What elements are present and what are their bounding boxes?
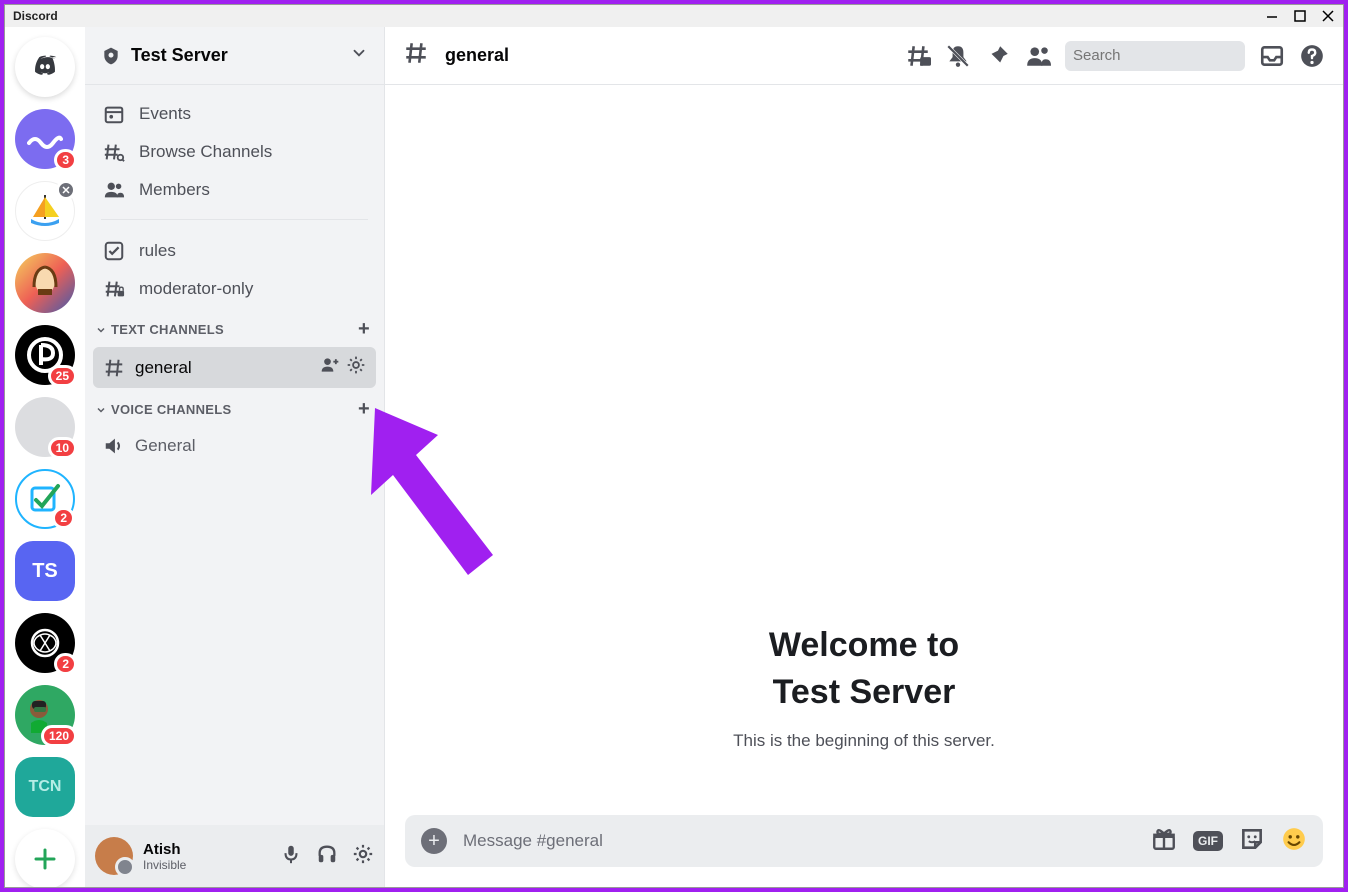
add-voice-channel-button[interactable]: + bbox=[358, 398, 370, 421]
channel-general-label: general bbox=[135, 358, 192, 378]
channel-title: general bbox=[445, 45, 509, 66]
discord-icon bbox=[28, 54, 62, 80]
rules-channel[interactable]: rules bbox=[93, 232, 376, 270]
gear-icon[interactable] bbox=[346, 355, 366, 380]
chat-messages: Welcome to Test Server This is the begin… bbox=[385, 85, 1343, 815]
browse-channels-link[interactable]: Browse Channels bbox=[93, 133, 376, 171]
calendar-icon bbox=[103, 103, 125, 125]
badge: 10 bbox=[48, 437, 77, 459]
mic-icon[interactable] bbox=[280, 843, 302, 870]
maximize-button[interactable] bbox=[1293, 9, 1307, 23]
rules-icon bbox=[103, 240, 125, 262]
welcome-line1: Welcome to bbox=[769, 626, 959, 664]
gif-button[interactable]: GIF bbox=[1193, 831, 1223, 851]
channel-general[interactable]: general bbox=[93, 347, 376, 388]
help-icon[interactable] bbox=[1299, 43, 1325, 69]
server-rail: 3 25 10 2 TS bbox=[5, 27, 85, 887]
server-item-7[interactable]: TS bbox=[15, 541, 75, 601]
rules-label: rules bbox=[139, 241, 176, 261]
inbox-icon[interactable] bbox=[1259, 43, 1285, 69]
dm-home-button[interactable] bbox=[15, 37, 75, 97]
welcome-line2: Test Server bbox=[773, 673, 956, 711]
text-channels-category[interactable]: TEXT CHANNELS + bbox=[93, 308, 376, 347]
chat-main: general Welcome to Test Server bbox=[385, 27, 1343, 887]
server-item-5[interactable]: 10 bbox=[15, 397, 75, 457]
members-icon bbox=[103, 179, 125, 201]
face-icon bbox=[28, 261, 62, 305]
threads-icon[interactable] bbox=[905, 43, 931, 69]
text-category-label: TEXT CHANNELS bbox=[111, 322, 224, 337]
welcome-block: Welcome to Test Server This is the begin… bbox=[733, 622, 995, 751]
shield-home-icon bbox=[101, 46, 121, 66]
settings-gear-icon[interactable] bbox=[352, 843, 374, 870]
server-item-6[interactable]: 2 bbox=[15, 469, 75, 529]
headphones-icon[interactable] bbox=[316, 843, 338, 870]
member-list-icon[interactable] bbox=[1025, 43, 1051, 69]
search-input[interactable] bbox=[1073, 47, 1272, 64]
server-item-9[interactable]: 120 bbox=[15, 685, 75, 745]
welcome-sub: This is the beginning of this server. bbox=[733, 731, 995, 751]
search-box[interactable] bbox=[1065, 41, 1245, 71]
user-status: Invisible bbox=[143, 858, 186, 872]
mod-only-label: moderator-only bbox=[139, 279, 253, 299]
user-name: Atish bbox=[143, 841, 186, 858]
window-titlebar: Discord bbox=[5, 5, 1343, 27]
notifications-muted-icon[interactable] bbox=[945, 43, 971, 69]
minimize-button[interactable] bbox=[1265, 9, 1279, 23]
server-item-4[interactable]: 25 bbox=[15, 325, 75, 385]
close-button[interactable] bbox=[1321, 9, 1335, 23]
composer-placeholder[interactable]: Message #general bbox=[463, 831, 1135, 851]
chevron-down-icon bbox=[95, 324, 107, 336]
chevron-down-icon bbox=[95, 404, 107, 416]
server-item-8[interactable]: 2 bbox=[15, 613, 75, 673]
members-label: Members bbox=[139, 180, 210, 200]
badge: 3 bbox=[54, 149, 77, 171]
wave-icon bbox=[27, 129, 63, 149]
voice-channels-category[interactable]: VOICE CHANNELS + bbox=[93, 388, 376, 427]
user-avatar[interactable] bbox=[95, 837, 133, 875]
muted-icon bbox=[56, 180, 76, 200]
server-item-2[interactable] bbox=[15, 181, 75, 241]
chevron-down-icon bbox=[350, 44, 368, 67]
badge: 2 bbox=[52, 507, 75, 529]
speaker-icon bbox=[103, 435, 125, 457]
channel-panel: Test Server Events Browse Channels Membe… bbox=[85, 27, 385, 887]
add-server-button[interactable] bbox=[15, 829, 75, 887]
user-panel: Atish Invisible bbox=[85, 825, 384, 887]
divider bbox=[101, 219, 368, 220]
message-composer[interactable]: + Message #general GIF bbox=[405, 815, 1323, 867]
events-link[interactable]: Events bbox=[93, 95, 376, 133]
voice-category-label: VOICE CHANNELS bbox=[111, 402, 232, 417]
badge: 25 bbox=[48, 365, 77, 387]
add-text-channel-button[interactable]: + bbox=[358, 318, 370, 341]
attach-button[interactable]: + bbox=[421, 828, 447, 854]
emoji-icon[interactable] bbox=[1281, 826, 1307, 857]
badge: 2 bbox=[54, 653, 77, 675]
hash-icon bbox=[103, 357, 125, 379]
sticker-icon[interactable] bbox=[1239, 826, 1265, 857]
server-header[interactable]: Test Server bbox=[85, 27, 384, 85]
hash-lock-icon bbox=[103, 278, 125, 300]
voice-general[interactable]: General bbox=[93, 427, 376, 465]
moderator-only-channel[interactable]: moderator-only bbox=[93, 270, 376, 308]
browse-label: Browse Channels bbox=[139, 142, 272, 162]
pinned-icon[interactable] bbox=[985, 43, 1011, 69]
app-name: Discord bbox=[13, 9, 58, 23]
server-name: Test Server bbox=[131, 45, 228, 66]
gift-icon[interactable] bbox=[1151, 826, 1177, 857]
events-label: Events bbox=[139, 104, 191, 124]
chat-header: general bbox=[385, 27, 1343, 85]
server-item-3[interactable] bbox=[15, 253, 75, 313]
badge: 120 bbox=[41, 725, 77, 747]
voice-general-label: General bbox=[135, 436, 195, 456]
hash-icon bbox=[403, 40, 429, 71]
hash-search-icon bbox=[103, 141, 125, 163]
plus-icon bbox=[33, 847, 57, 871]
invite-icon[interactable] bbox=[320, 355, 340, 380]
server-item-10[interactable]: TCN bbox=[15, 757, 75, 817]
server-item-1[interactable]: 3 bbox=[15, 109, 75, 169]
members-link[interactable]: Members bbox=[93, 171, 376, 209]
